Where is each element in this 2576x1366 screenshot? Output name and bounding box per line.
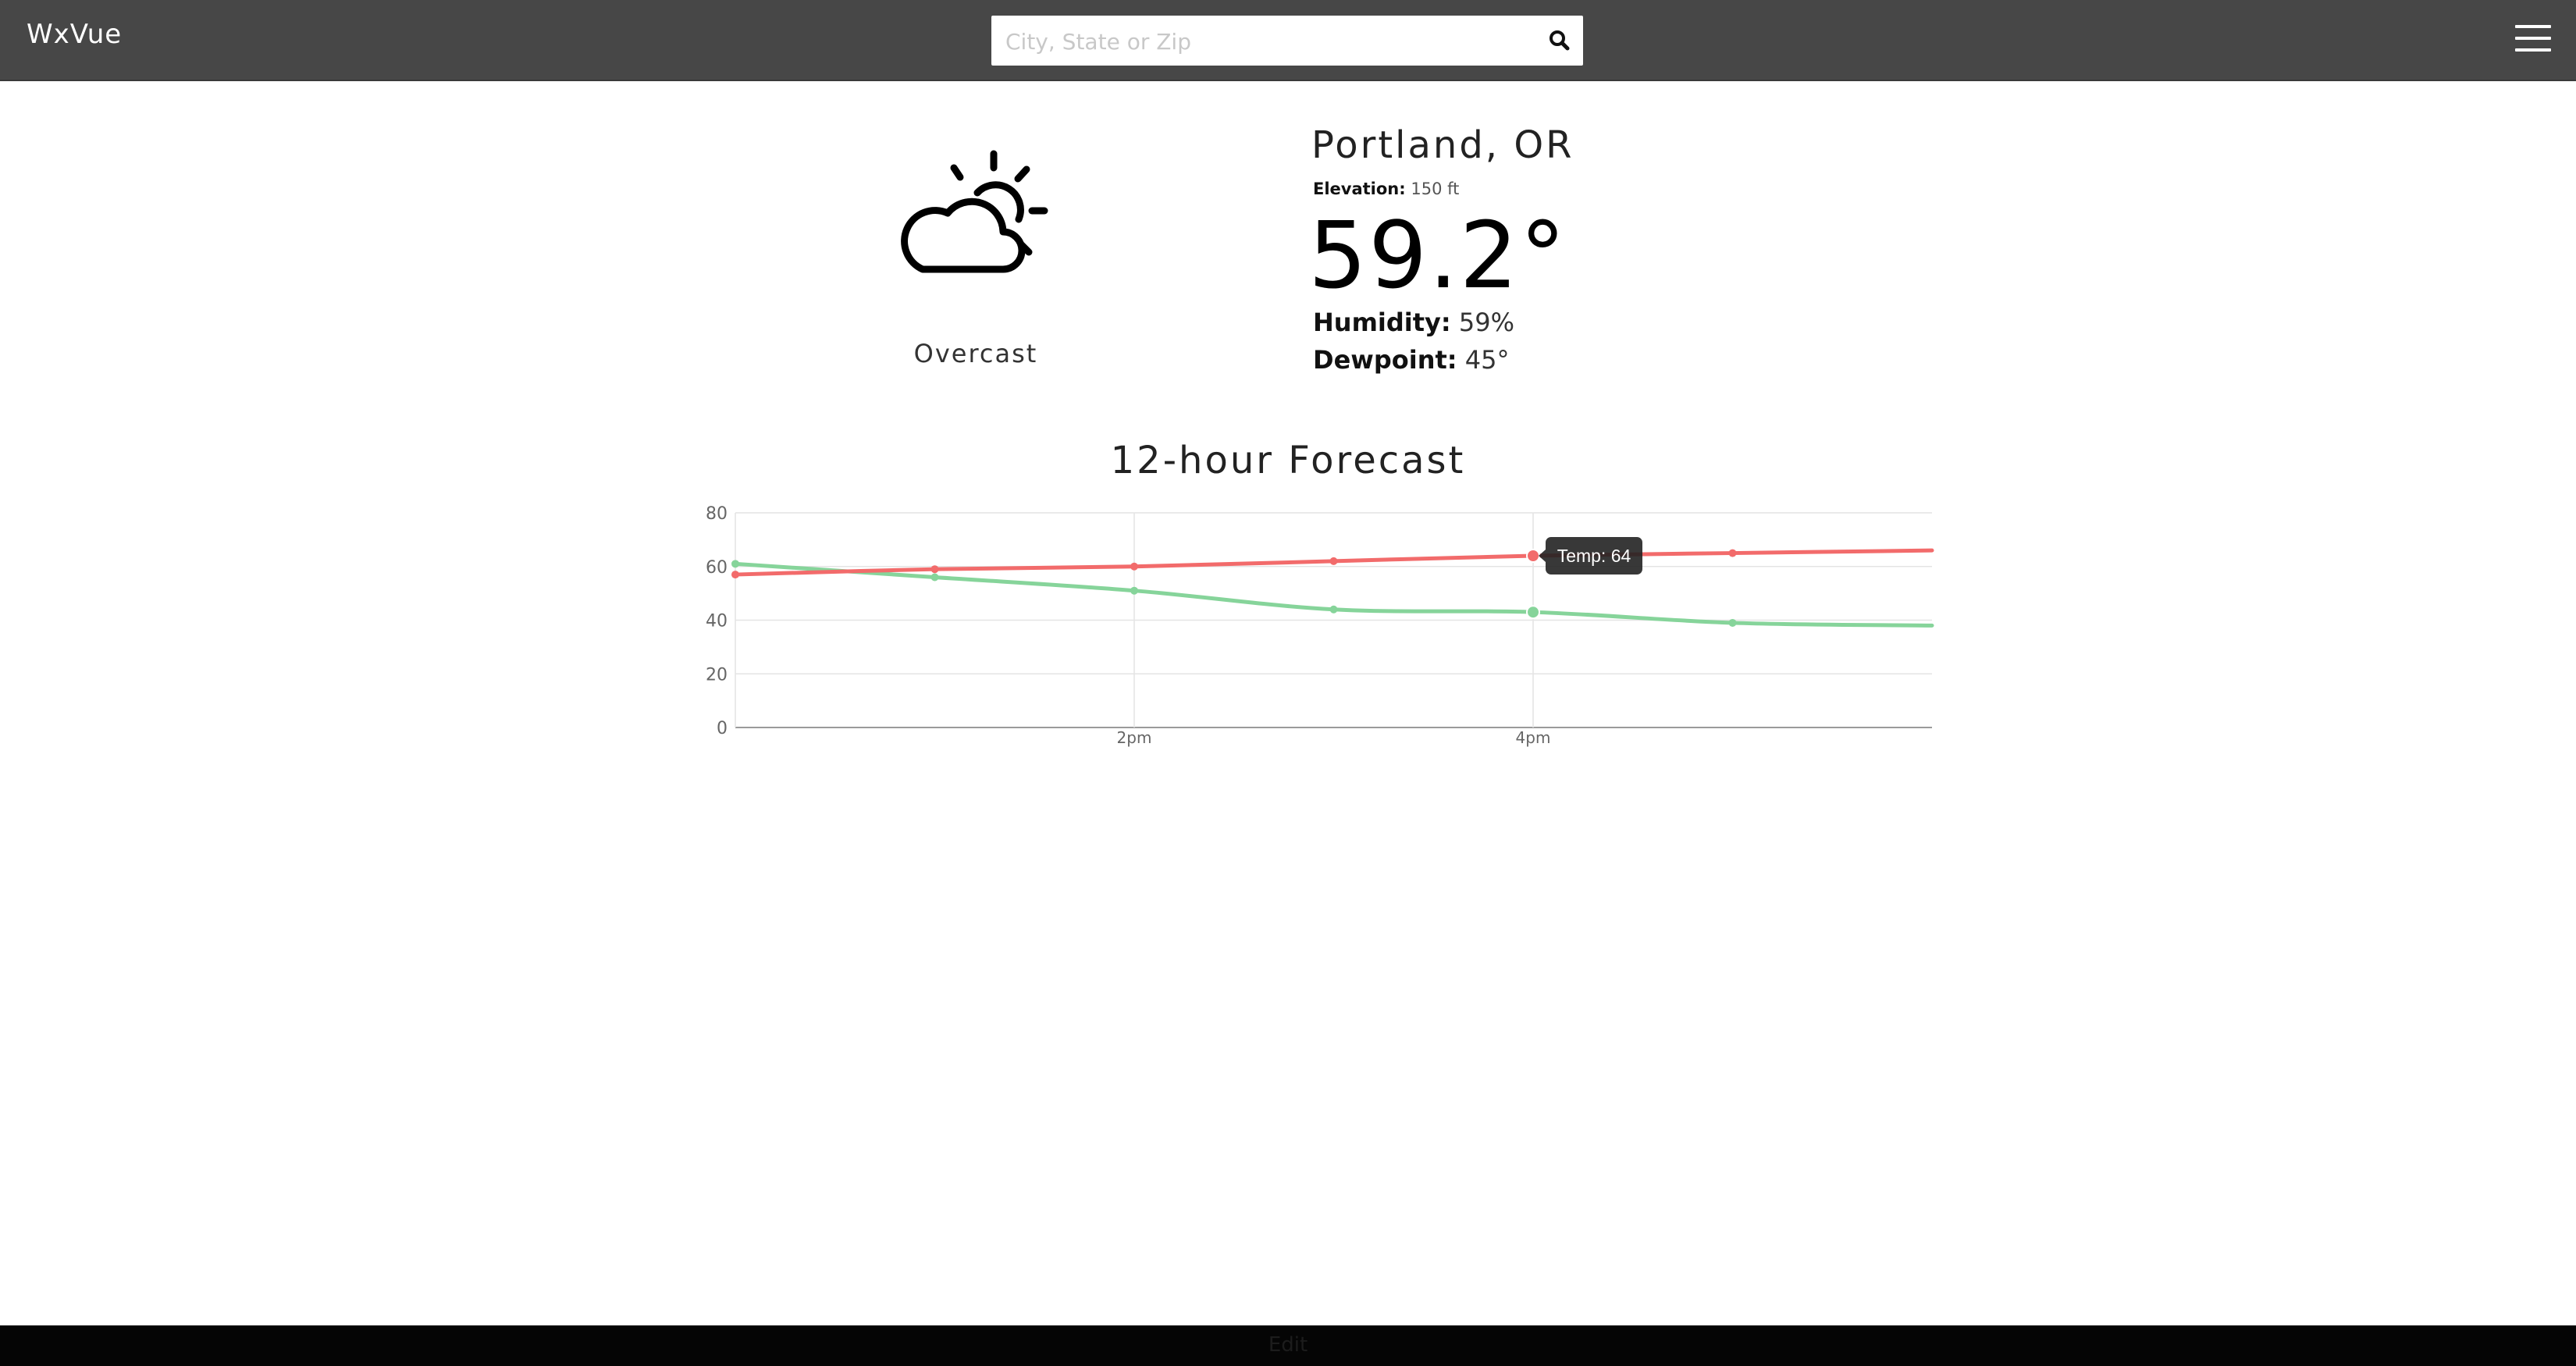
search-icon[interactable] [1546, 27, 1574, 55]
y-tick-label: 60 [706, 558, 728, 578]
top-navbar: WxVue [0, 0, 2576, 81]
data-point[interactable] [1130, 586, 1138, 595]
y-tick-label: 20 [706, 665, 728, 685]
data-point[interactable] [1130, 562, 1138, 571]
data-point[interactable] [1728, 549, 1737, 557]
condition-text: Overcast [913, 339, 1038, 368]
data-point[interactable] [1728, 618, 1737, 627]
data-point[interactable] [1526, 605, 1540, 620]
brand-logo[interactable]: WxVue [27, 19, 122, 50]
series-line-1 [733, 561, 1934, 628]
y-tick-label: 0 [717, 719, 728, 738]
elevation-value: 150 ft [1411, 180, 1460, 198]
data-point[interactable] [1526, 549, 1540, 563]
location-name: Portland, OR [1311, 123, 1574, 167]
footer-text: Edit [1268, 1333, 1308, 1357]
chart-tooltip-text: Temp: 64 [1557, 546, 1631, 566]
x-tick-label: 2pm [1117, 728, 1152, 747]
data-point[interactable] [731, 571, 739, 579]
elevation-label: Elevation: [1313, 180, 1406, 198]
data-point[interactable] [731, 560, 739, 568]
humidity-label: Humidity: [1313, 308, 1451, 337]
location-search-input[interactable] [1004, 16, 1522, 67]
dewpoint-label: Dewpoint: [1313, 345, 1457, 375]
humidity-value: 59% [1458, 308, 1514, 337]
data-point[interactable] [930, 573, 939, 582]
partly-cloudy-icon [890, 144, 1062, 277]
dewpoint-value: 45° [1464, 345, 1510, 375]
humidity: Humidity: 59% [1313, 308, 1514, 337]
data-point[interactable] [1329, 605, 1338, 614]
y-tick-label: 80 [706, 504, 728, 524]
footer: Edit [0, 1325, 2576, 1366]
search-bar [991, 16, 1583, 67]
hamburger-menu-icon[interactable] [2515, 25, 2551, 55]
forecast-chart[interactable]: 0 20 40 60 80 2pm 4pm Temp: 64 [679, 492, 1944, 757]
elevation: Elevation: 150 ft [1313, 180, 1459, 198]
data-point[interactable] [1329, 557, 1338, 565]
current-temperature: 59.2° [1308, 201, 1567, 309]
chart-tooltip-caret [1539, 550, 1546, 562]
y-tick-label: 40 [706, 612, 728, 631]
x-tick-label: 4pm [1516, 728, 1551, 747]
data-point[interactable] [930, 565, 939, 574]
forecast-title: 12-hour Forecast [1110, 439, 1466, 482]
dewpoint: Dewpoint: 45° [1313, 345, 1509, 375]
